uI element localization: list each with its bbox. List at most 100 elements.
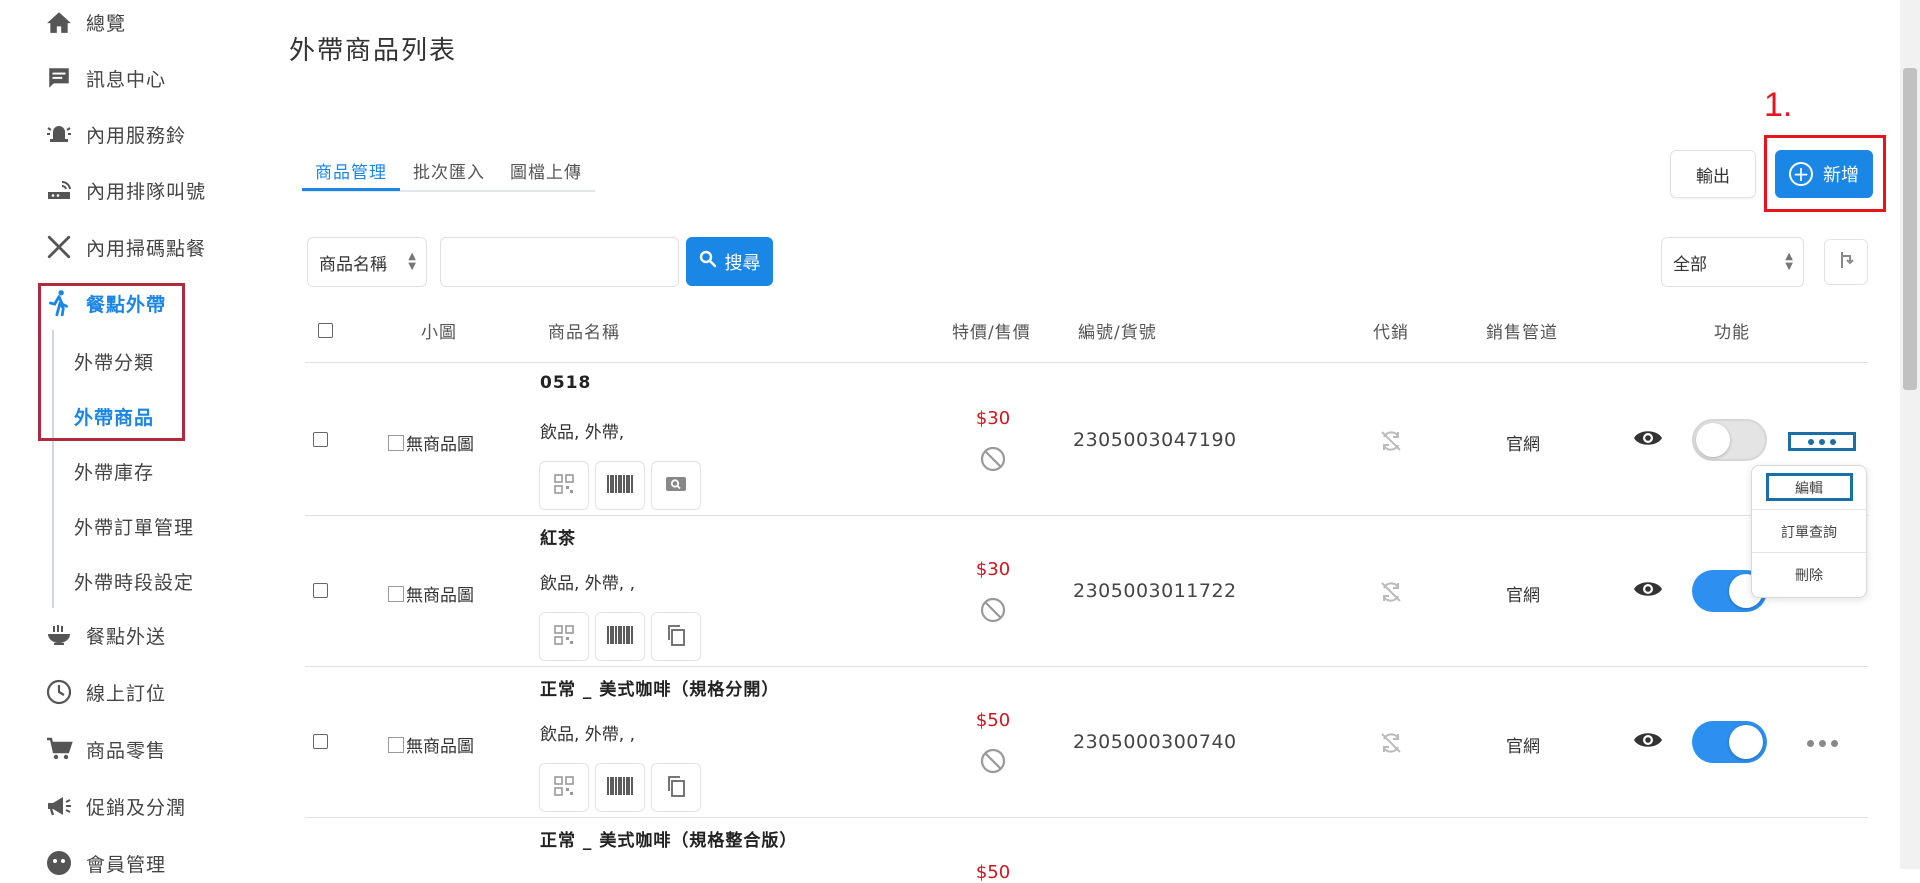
sidebar-item-messages[interactable]: 訊息中心 <box>44 58 166 98</box>
broken-image-icon <box>388 585 404 602</box>
select-all-checkbox[interactable] <box>318 323 333 338</box>
sidebar-item-label: 內用掃碼點餐 <box>86 237 207 260</box>
copy-icon <box>666 624 686 650</box>
product-thumbnail: 無商品圖 <box>388 732 474 757</box>
menu-divider <box>1752 509 1866 510</box>
sidebar-item-delivery[interactable]: 餐點外送 <box>44 615 166 655</box>
tab-batch-import[interactable]: 批次匯入 <box>413 158 485 183</box>
bell-icon <box>44 119 74 149</box>
enable-toggle[interactable] <box>1692 419 1767 461</box>
sidebar-item-members[interactable]: 會員管理 <box>44 843 166 883</box>
search-button[interactable]: 搜尋 <box>686 237 773 286</box>
product-code: 2305003011722 <box>1073 580 1237 602</box>
tab-image-upload[interactable]: 圖檔上傳 <box>510 158 582 183</box>
visibility-eye-icon[interactable] <box>1633 578 1663 600</box>
export-button-label: 輸出 <box>1696 166 1730 187</box>
price: $50 <box>975 710 1011 731</box>
qrcode-button[interactable] <box>539 461 589 510</box>
barcode-button[interactable] <box>595 461 645 510</box>
scrollbar-thumb[interactable] <box>1903 68 1917 390</box>
sidebar-item-service-bell[interactable]: 內用服務鈴 <box>44 114 186 154</box>
sidebar-item-label: 線上訂位 <box>86 682 167 705</box>
megaphone-icon <box>44 791 74 821</box>
subitem-takeout-orders[interactable]: 外帶訂單管理 <box>74 513 194 540</box>
copy-icon <box>666 775 686 801</box>
bowl-icon <box>44 620 74 650</box>
status-filter-select[interactable]: 全部 ▲ ▼ <box>1661 237 1804 287</box>
menu-item-edit[interactable]: 編輯 <box>1752 478 1866 498</box>
row-checkbox[interactable] <box>313 583 328 598</box>
menu-item-delete[interactable]: 刪除 <box>1752 565 1866 585</box>
page-scrollbar[interactable] <box>1900 0 1920 869</box>
search-input[interactable] <box>440 237 679 287</box>
export-button[interactable]: 輸出 <box>1670 150 1756 198</box>
table-header-divider <box>305 362 1868 363</box>
menu-item-order-query[interactable]: 訂單查詢 <box>1752 522 1866 542</box>
row-divider <box>305 666 1868 667</box>
sidebar-item-overview[interactable]: 總覽 <box>44 2 126 42</box>
row-checkbox[interactable] <box>313 734 328 749</box>
sidebar-item-queue[interactable]: 內用排隊叫號 <box>44 170 206 210</box>
branch-icon <box>1836 250 1856 274</box>
row-divider <box>305 515 1868 516</box>
subitem-takeout-timeslots[interactable]: 外帶時段設定 <box>74 568 194 595</box>
sidebar-item-reservation[interactable]: 線上訂位 <box>44 672 166 712</box>
qrcode-button[interactable] <box>539 612 589 661</box>
select-arrows-icon: ▲ ▼ <box>408 251 416 272</box>
no-discount-icon <box>980 597 1006 623</box>
qrcode-icon <box>554 775 574 800</box>
utensils-icon <box>44 232 74 262</box>
column-header-price: 特價/售價 <box>952 323 1031 343</box>
sidebar-item-retail[interactable]: 商品零售 <box>44 729 166 769</box>
visibility-eye-icon[interactable] <box>1633 729 1663 751</box>
search-field-select[interactable]: 商品名稱 ▲ ▼ <box>307 237 427 287</box>
price: $50 <box>975 862 1011 883</box>
enable-toggle[interactable] <box>1692 721 1767 763</box>
column-header-consignment: 代銷 <box>1373 323 1409 343</box>
sales-channel: 官網 <box>1506 737 1540 757</box>
copy-button[interactable] <box>651 763 701 812</box>
qrcode-icon <box>554 624 574 649</box>
consignment-off-icon <box>1378 730 1404 756</box>
member-icon <box>44 848 74 878</box>
price: $30 <box>975 408 1011 429</box>
copy-button[interactable] <box>651 612 701 661</box>
sidebar-item-scan-order[interactable]: 內用掃碼點餐 <box>44 227 206 267</box>
page-title: 外帶商品列表 <box>289 36 458 66</box>
more-actions-button[interactable] <box>1788 733 1856 753</box>
sidebar-item-label: 內用服務鈴 <box>86 124 187 147</box>
subitem-takeout-stock[interactable]: 外帶庫存 <box>74 458 154 485</box>
product-code: 2305000300740 <box>1073 731 1237 753</box>
search-button-label: 搜尋 <box>724 252 761 274</box>
thumbnail-alt-text: 無商品圖 <box>406 737 474 757</box>
status-filter-value: 全部 <box>1673 254 1707 275</box>
clock-icon <box>44 677 74 707</box>
product-name: 紅茶 <box>540 529 576 549</box>
visibility-eye-icon[interactable] <box>1633 427 1663 449</box>
column-header-actions: 功能 <box>1714 323 1750 343</box>
row-checkbox[interactable] <box>313 432 328 447</box>
image-search-icon <box>665 475 687 497</box>
qrcode-button[interactable] <box>539 763 589 812</box>
barcode-button[interactable] <box>595 612 645 661</box>
sort-branch-button[interactable] <box>1824 239 1868 285</box>
search-icon <box>699 250 717 273</box>
sidebar-item-promotion[interactable]: 促銷及分潤 <box>44 786 186 826</box>
column-header-thumbnail: 小圖 <box>421 323 457 343</box>
barcode-icon <box>606 474 634 498</box>
barcode-icon <box>606 625 634 649</box>
sidebar-item-label: 內用排隊叫號 <box>86 180 207 203</box>
product-thumbnail: 無商品圖 <box>388 581 474 606</box>
barcode-icon <box>606 776 634 800</box>
barcode-button[interactable] <box>595 763 645 812</box>
sidebar-item-label: 促銷及分潤 <box>86 796 187 819</box>
tab-product-management[interactable]: 商品管理 <box>315 158 387 183</box>
more-actions-button[interactable] <box>1788 432 1856 451</box>
broken-image-icon <box>388 434 404 451</box>
annotation-step-number: 1. <box>1764 86 1793 124</box>
qrcode-icon <box>554 473 574 498</box>
preview-button[interactable] <box>651 461 701 510</box>
tab-bar: 商品管理 批次匯入 圖檔上傳 <box>302 156 595 192</box>
router-icon <box>44 175 74 205</box>
thumbnail-alt-text: 無商品圖 <box>406 435 474 455</box>
